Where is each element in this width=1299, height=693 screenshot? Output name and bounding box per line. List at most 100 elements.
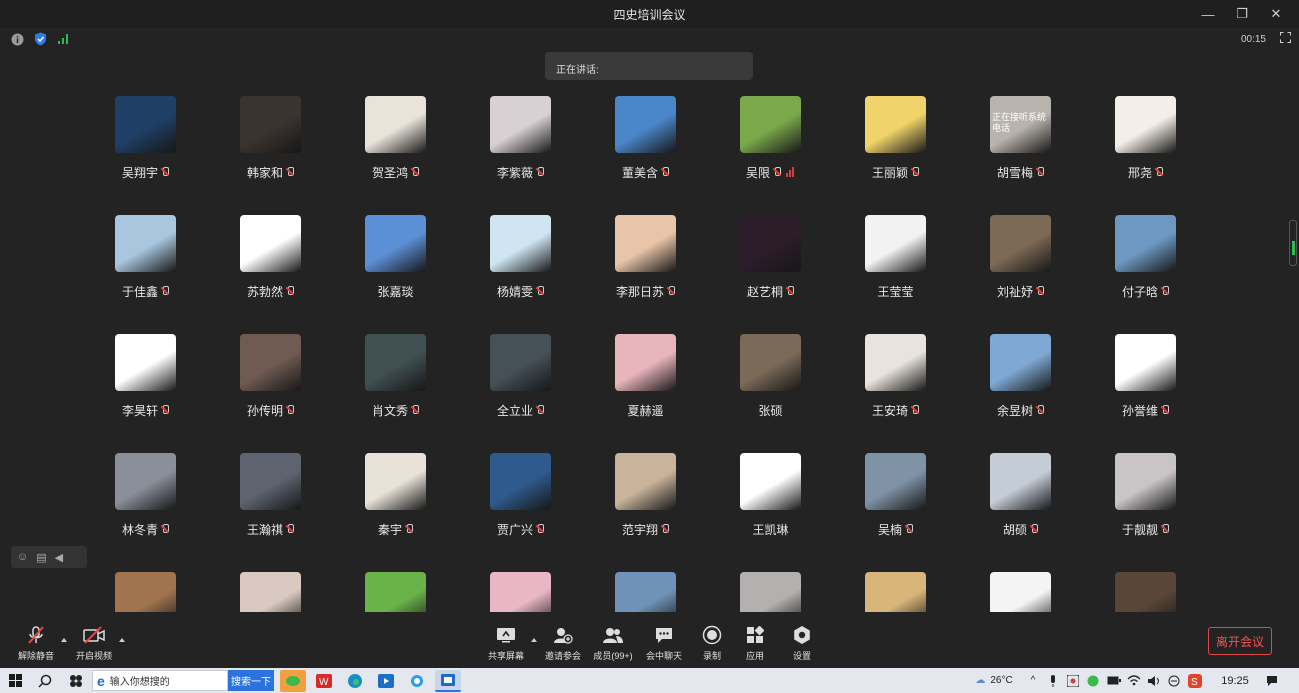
participant-tile[interactable]: 李紫薇 xyxy=(479,96,604,215)
participant-tile[interactable]: 胡硕 xyxy=(979,453,1104,572)
participant-tile[interactable]: 苏勃然 xyxy=(229,215,354,334)
weather-widget[interactable]: ☁ 26°C xyxy=(966,668,1022,693)
mic-muted-icon xyxy=(286,405,294,416)
share-options-caret[interactable] xyxy=(531,638,537,642)
collapse-left-icon[interactable]: ◀ xyxy=(55,551,63,564)
participant-tile[interactable]: 吴翔宇 xyxy=(104,96,229,215)
chat-bubble-icon[interactable]: ▤ xyxy=(36,551,46,564)
taskbar-app-wps-icon[interactable]: W xyxy=(311,670,337,692)
taskbar-app-wechat-icon[interactable] xyxy=(280,670,306,692)
participant-tile[interactable]: 韩家和 xyxy=(229,96,354,215)
participant-tile[interactable]: 林冬青 xyxy=(104,453,229,572)
tray-mic-icon[interactable] xyxy=(1046,668,1060,693)
participant-tile[interactable] xyxy=(229,572,354,612)
participant-tile[interactable]: 张硕 xyxy=(729,334,854,453)
participant-tile[interactable]: 王丽颖 xyxy=(854,96,979,215)
participant-name-row: 张硕 xyxy=(729,402,812,419)
tray-wechat-icon[interactable] xyxy=(1086,668,1100,693)
participant-tile[interactable]: 李昊轩 xyxy=(104,334,229,453)
participant-tile[interactable]: 孙传明 xyxy=(229,334,354,453)
emoji-icon[interactable]: ☺ xyxy=(17,551,28,563)
participant-tile[interactable]: 正在接听系统电话 胡雪梅 xyxy=(979,96,1104,215)
participant-name-row: 于佳鑫 xyxy=(104,283,187,300)
participant-tile[interactable] xyxy=(854,572,979,612)
participant-tile[interactable]: 张嘉琰 xyxy=(354,215,479,334)
windows-start-icon[interactable] xyxy=(4,668,26,693)
reaction-toolbar: ☺ ▤ ◀ xyxy=(11,546,87,568)
taskbar-search-button[interactable]: 搜索一下 xyxy=(228,670,274,691)
taskbar-clock[interactable]: 19:25 xyxy=(1214,668,1256,693)
video-options-caret[interactable] xyxy=(119,638,125,642)
participant-tile[interactable] xyxy=(1104,572,1189,612)
search-icon[interactable] xyxy=(34,668,56,693)
participant-tile[interactable]: 刘祉妤 xyxy=(979,215,1104,334)
participant-name: 杨婧雯 xyxy=(496,285,533,299)
taskbar-app-edge-icon[interactable] xyxy=(342,670,368,692)
invite-button[interactable]: 邀请参会 xyxy=(541,624,585,662)
participant-tile[interactable]: 赵艺桐 xyxy=(729,215,854,334)
tray-expand-icon[interactable]: ^ xyxy=(1026,668,1040,693)
members-button[interactable]: 成员(99+) xyxy=(591,624,635,662)
unmute-button[interactable]: 解除静音 xyxy=(14,624,58,662)
taskbar-app-video-icon[interactable] xyxy=(373,670,399,692)
participant-tile[interactable]: 贺圣鸿 xyxy=(354,96,479,215)
info-icon[interactable] xyxy=(10,32,24,46)
leave-meeting-button[interactable]: 离开会议 xyxy=(1208,627,1272,655)
share-screen-button[interactable]: 共享屏幕 xyxy=(484,624,528,662)
close-button[interactable]: ✕ xyxy=(1259,0,1293,28)
participant-tile[interactable]: 董美含 xyxy=(604,96,729,215)
avatar xyxy=(615,96,676,153)
participant-tile[interactable]: 于佳鑫 xyxy=(104,215,229,334)
participant-tile[interactable] xyxy=(354,572,479,612)
shield-icon[interactable] xyxy=(33,32,47,46)
participant-tile[interactable]: 付子晗 xyxy=(1104,215,1189,334)
participant-tile[interactable]: 吴楠 xyxy=(854,453,979,572)
minimize-button[interactable]: — xyxy=(1191,0,1225,28)
notification-icon[interactable] xyxy=(1262,668,1282,693)
participant-tile[interactable] xyxy=(604,572,729,612)
participant-tile[interactable]: 吴限 xyxy=(729,96,854,215)
participant-tile[interactable]: 杨婧雯 xyxy=(479,215,604,334)
start-video-button[interactable]: 开启视频 xyxy=(72,624,116,662)
tray-volume-icon[interactable] xyxy=(1146,668,1162,693)
participant-tile[interactable]: 于靓靓 xyxy=(1104,453,1189,572)
participant-tile[interactable]: 范宇翔 xyxy=(604,453,729,572)
participant-tile[interactable]: 王安琦 xyxy=(854,334,979,453)
participant-name-row: 韩家和 xyxy=(229,164,312,181)
audio-options-caret[interactable] xyxy=(61,638,67,642)
taskbar-app-meeting-icon[interactable] xyxy=(435,670,461,692)
participant-tile[interactable] xyxy=(979,572,1104,612)
record-button[interactable]: 录制 xyxy=(690,624,734,662)
taskbar-app-cloud-icon[interactable] xyxy=(404,670,430,692)
members-icon xyxy=(591,624,635,646)
participant-tile[interactable] xyxy=(104,572,229,612)
participant-tile[interactable]: 王凯琳 xyxy=(729,453,854,572)
restore-button[interactable]: ❐ xyxy=(1225,0,1259,28)
participant-tile[interactable]: 夏赫遥 xyxy=(604,334,729,453)
participant-tile[interactable]: 李那日苏 xyxy=(604,215,729,334)
participant-tile[interactable]: 秦宇 xyxy=(354,453,479,572)
avatar xyxy=(740,215,801,272)
participant-tile[interactable]: 肖文秀 xyxy=(354,334,479,453)
participant-tile[interactable]: 贾广兴 xyxy=(479,453,604,572)
participant-tile[interactable]: 王莹莹 xyxy=(854,215,979,334)
chat-button[interactable]: 会中聊天 xyxy=(642,624,686,662)
participant-tile[interactable]: 孙誉维 xyxy=(1104,334,1189,453)
participant-tile[interactable] xyxy=(729,572,854,612)
tray-ime-icon[interactable] xyxy=(1166,668,1182,693)
tray-app-icon[interactable] xyxy=(1066,668,1080,693)
settings-button[interactable]: 设置 xyxy=(780,624,824,662)
signal-strength-icon[interactable] xyxy=(56,32,70,46)
tray-sogou-icon[interactable]: S xyxy=(1186,668,1204,693)
task-view-icon[interactable] xyxy=(64,668,88,693)
fullscreen-icon[interactable] xyxy=(1280,32,1291,46)
participant-tile[interactable] xyxy=(479,572,604,612)
participant-tile[interactable]: 全立业 xyxy=(479,334,604,453)
tray-wifi-icon[interactable] xyxy=(1126,668,1142,693)
tray-battery-icon[interactable] xyxy=(1106,668,1122,693)
participant-tile[interactable]: 王瀚祺 xyxy=(229,453,354,572)
participant-tile[interactable]: 邢尧 xyxy=(1104,96,1189,215)
apps-button[interactable]: 应用 xyxy=(733,624,777,662)
taskbar-search-input[interactable]: e 输入你想搜的 xyxy=(92,670,228,691)
participant-tile[interactable]: 余昱树 xyxy=(979,334,1104,453)
